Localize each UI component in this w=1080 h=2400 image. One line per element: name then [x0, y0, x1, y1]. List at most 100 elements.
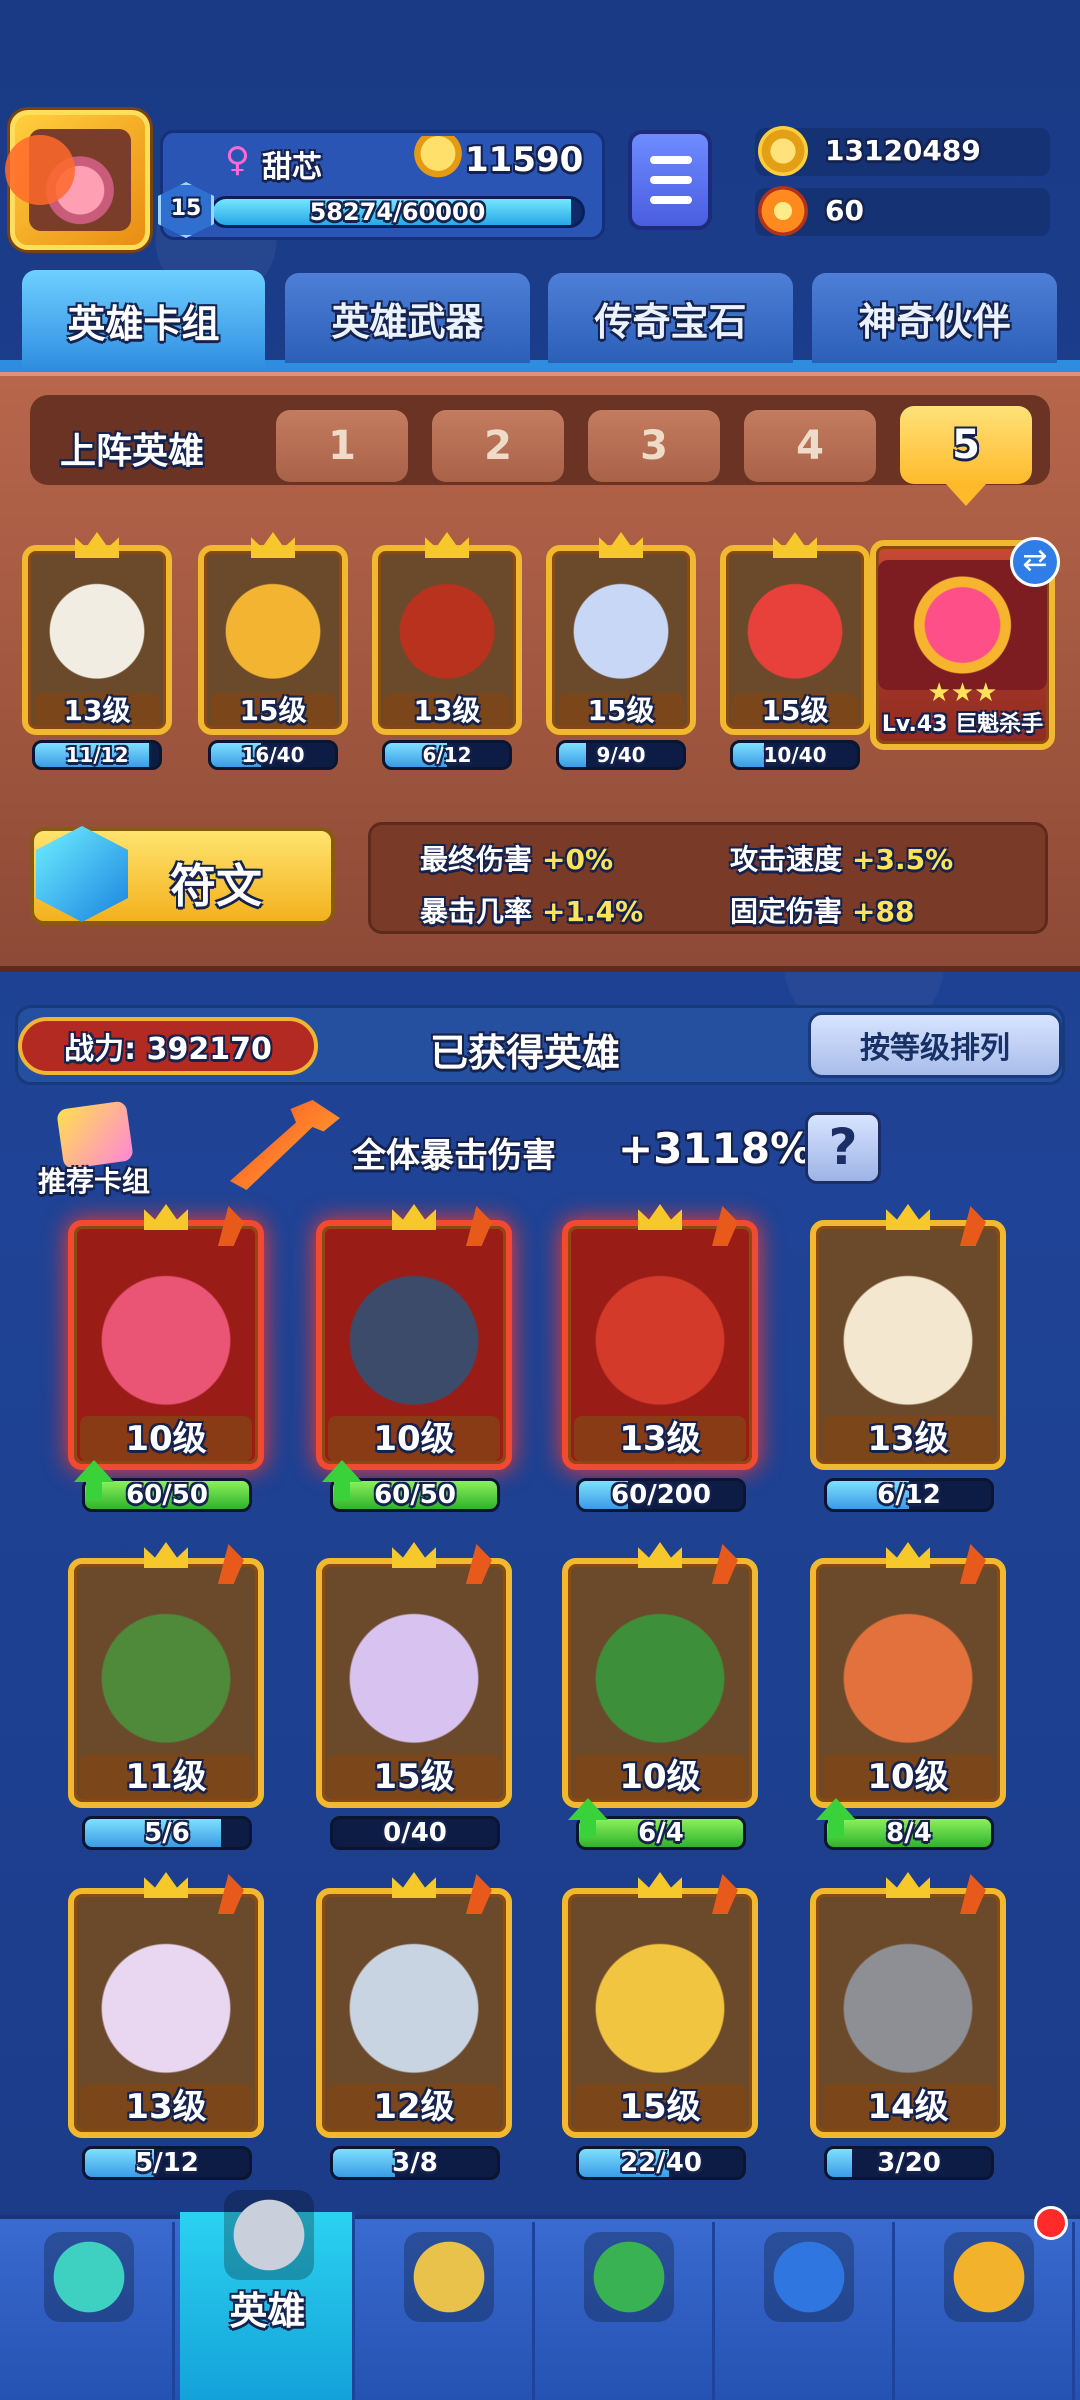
lineup-hero-card[interactable]: 13级	[22, 545, 172, 735]
hero-card[interactable]: 13级	[68, 1888, 264, 2138]
crit-damage-label: 全体暴击伤害	[352, 1136, 556, 1176]
progress-text: 60/200	[611, 1480, 711, 1510]
hero-card[interactable]: 11级	[68, 1558, 264, 1808]
hero-card[interactable]: 10级	[562, 1558, 758, 1808]
progress-text: 3/20	[877, 2148, 941, 2178]
female-icon: ♀	[225, 140, 250, 180]
notification-dot	[1034, 2206, 1068, 2240]
stat-fixed-damage: 固定伤害 +88	[730, 895, 915, 928]
hero-level: 10级	[328, 1416, 500, 1462]
lineup-hero-card[interactable]: 15级	[720, 545, 870, 735]
progress-text: 6/12	[422, 743, 472, 767]
hero-level: 13级	[80, 2084, 252, 2130]
trophy-icon	[410, 136, 466, 186]
lineup-slot-1[interactable]: 1	[276, 410, 408, 482]
player-avatar[interactable]	[5, 110, 150, 250]
compass-icon	[944, 2232, 1034, 2322]
sort-by-level-button[interactable]: 按等级排列	[808, 1012, 1062, 1078]
recommended-deck-label[interactable]: 推荐卡组	[38, 1160, 150, 1200]
hero-progress-bar: 6/12	[824, 1478, 994, 1512]
menu-button[interactable]	[628, 130, 712, 230]
combat-power: 战力: 392170	[18, 1017, 318, 1075]
hero-level: 13级	[822, 1416, 994, 1462]
tab-legend-gems[interactable]: 传奇宝石	[548, 273, 793, 363]
progress-text: 9/40	[596, 743, 646, 767]
tab-partners[interactable]: 神奇伙伴	[812, 273, 1057, 363]
treasure-chest-icon	[44, 2232, 134, 2322]
progress-text: 22/40	[620, 2148, 702, 2178]
hero-level: 10级	[822, 1754, 994, 1800]
lineup-hero-card[interactable]: 15级	[546, 545, 696, 735]
lineup-hero-progress: 9/40	[556, 740, 686, 770]
guild-banner-icon	[764, 2232, 854, 2322]
stat-final-damage: 最终伤害 +0%	[420, 843, 614, 876]
xp-text: 58274/60000	[309, 198, 486, 226]
progress-text: 8/4	[886, 1818, 932, 1848]
hero-progress-bar: 0/40	[330, 1816, 500, 1850]
lineup-hero-card[interactable]: 13级	[372, 545, 522, 735]
hero-progress-bar: 5/6	[82, 1816, 252, 1850]
swap-partner-icon[interactable]: ⇄	[1010, 537, 1060, 587]
rune-label: 符文	[170, 859, 262, 913]
lineup-slot-2[interactable]: 2	[432, 410, 564, 482]
lineup-hero-progress: 11/12	[32, 740, 162, 770]
progress-text: 6/12	[877, 1480, 941, 1510]
lineup-slot-5[interactable]: 5	[900, 406, 1032, 506]
hero-progress-bar: 3/20	[824, 2146, 994, 2180]
progress-text: 16/40	[241, 743, 305, 767]
crossed-swords-icon	[404, 2232, 494, 2322]
stat-crit-chance: 暴击几率 +1.4%	[420, 895, 644, 928]
hero-level: 13级	[574, 1416, 746, 1462]
hero-progress-bar: 6/4	[576, 1816, 746, 1850]
lineup-hero-progress: 16/40	[208, 740, 338, 770]
hero-level: 15级	[328, 1754, 500, 1800]
progress-text: 10/40	[763, 743, 827, 767]
player-level: 15	[170, 196, 202, 221]
hero-card[interactable]: 14级	[810, 1888, 1006, 2138]
progress-text: 11/12	[65, 743, 129, 767]
hero-level: 14级	[822, 2084, 994, 2130]
hero-card[interactable]: 13级	[810, 1220, 1006, 1470]
hero-card[interactable]: 10级	[316, 1220, 512, 1470]
progress-text: 0/40	[383, 1818, 447, 1848]
lineup-hero-progress: 10/40	[730, 740, 860, 770]
hero-level: 15级	[732, 693, 858, 729]
tab-hero-weapons[interactable]: 英雄武器	[285, 273, 530, 363]
hero-progress-bar: 60/50	[82, 1478, 252, 1512]
hero-level: 10级	[80, 1416, 252, 1462]
hero-level: 12级	[328, 2084, 500, 2130]
hero-card[interactable]: 13级	[562, 1220, 758, 1470]
lineup-slot-4[interactable]: 4	[744, 410, 876, 482]
hero-card[interactable]: 15级	[562, 1888, 758, 2138]
hero-card[interactable]: 15级	[316, 1558, 512, 1808]
lineup-slot-3[interactable]: 3	[588, 410, 720, 482]
knight-helmet-icon	[224, 2190, 314, 2280]
help-button[interactable]: ?	[805, 1112, 881, 1184]
nav-label: 英雄	[229, 2289, 306, 2333]
player-name: 甜芯	[262, 150, 322, 185]
lineup-hero-card[interactable]: 15级	[198, 545, 348, 735]
progress-text: 60/50	[126, 1480, 208, 1510]
hero-progress-bar: 5/12	[82, 2146, 252, 2180]
hero-card[interactable]: 12级	[316, 1888, 512, 2138]
hero-level: 11级	[80, 1754, 252, 1800]
hero-level: 10级	[574, 1754, 746, 1800]
progress-text: 5/6	[144, 1818, 190, 1848]
hero-progress-bar: 22/40	[576, 2146, 746, 2180]
gold-amount: 13120489	[825, 134, 981, 167]
partner-stars: ★★★	[927, 678, 998, 708]
hero-card[interactable]: 10级	[68, 1220, 264, 1470]
progress-text: 6/4	[638, 1818, 684, 1848]
hero-level: 13级	[34, 693, 160, 729]
tab-hero-deck[interactable]: 英雄卡组	[22, 270, 265, 370]
hero-card[interactable]: 10级	[810, 1558, 1006, 1808]
progress-text: 3/8	[392, 2148, 438, 2178]
gold-coin-icon	[758, 126, 808, 176]
lineup-label: 上阵英雄	[60, 431, 205, 472]
hero-level: 15级	[574, 2084, 746, 2130]
hero-level: 15级	[210, 693, 336, 729]
stat-attack-speed: 攻击速度 +3.5%	[730, 843, 954, 876]
trophy-count: 11590	[465, 140, 584, 180]
hero-level: 13级	[384, 693, 510, 729]
hero-progress-bar: 60/200	[576, 1478, 746, 1512]
